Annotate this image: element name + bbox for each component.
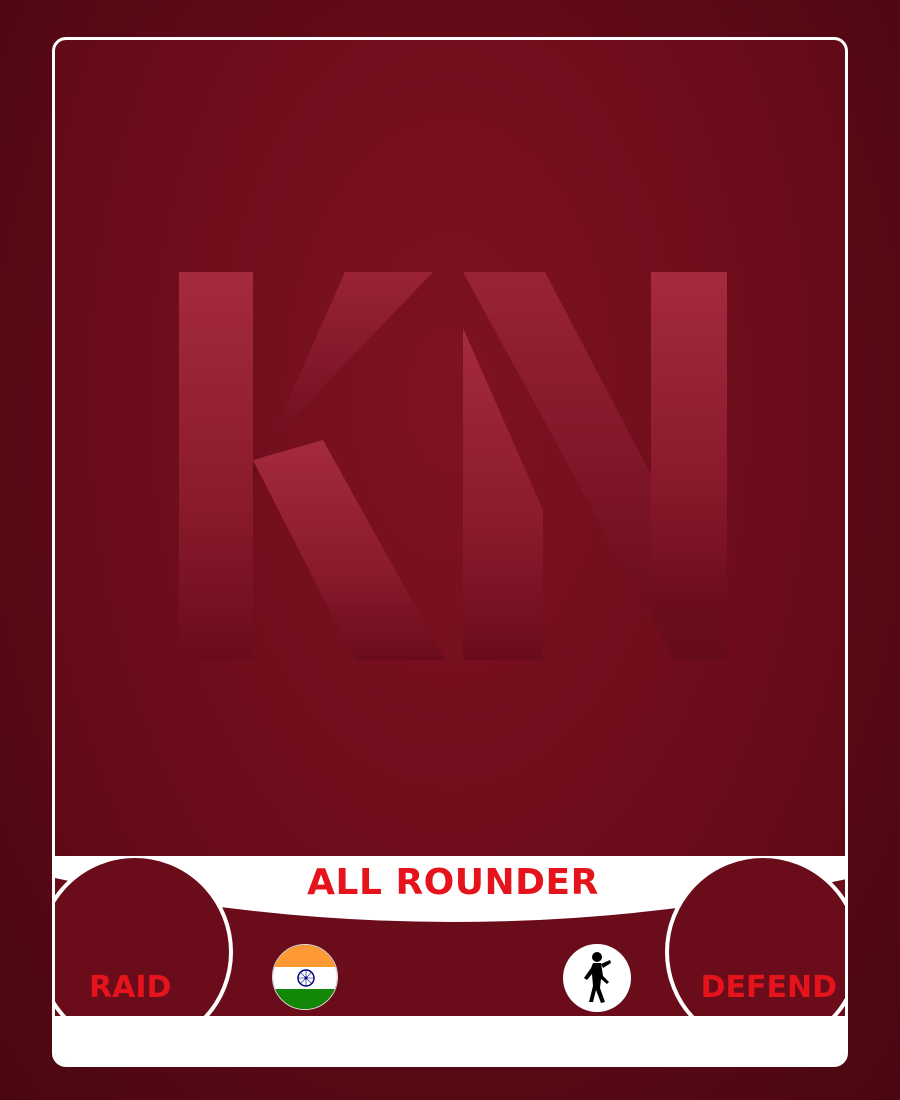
kn-logo: [179, 272, 727, 660]
runner-silhouette-icon: [563, 944, 631, 1012]
player-role: ALL ROUNDER: [307, 862, 599, 903]
player-card: ALL ROUNDER RAID DEFEND: [52, 37, 848, 1067]
raid-label: RAID: [89, 970, 172, 1005]
defend-label: DEFEND: [700, 970, 837, 1005]
india-flag-icon: [272, 944, 338, 1010]
info-band: ALL ROUNDER RAID DEFEND: [55, 856, 845, 1064]
